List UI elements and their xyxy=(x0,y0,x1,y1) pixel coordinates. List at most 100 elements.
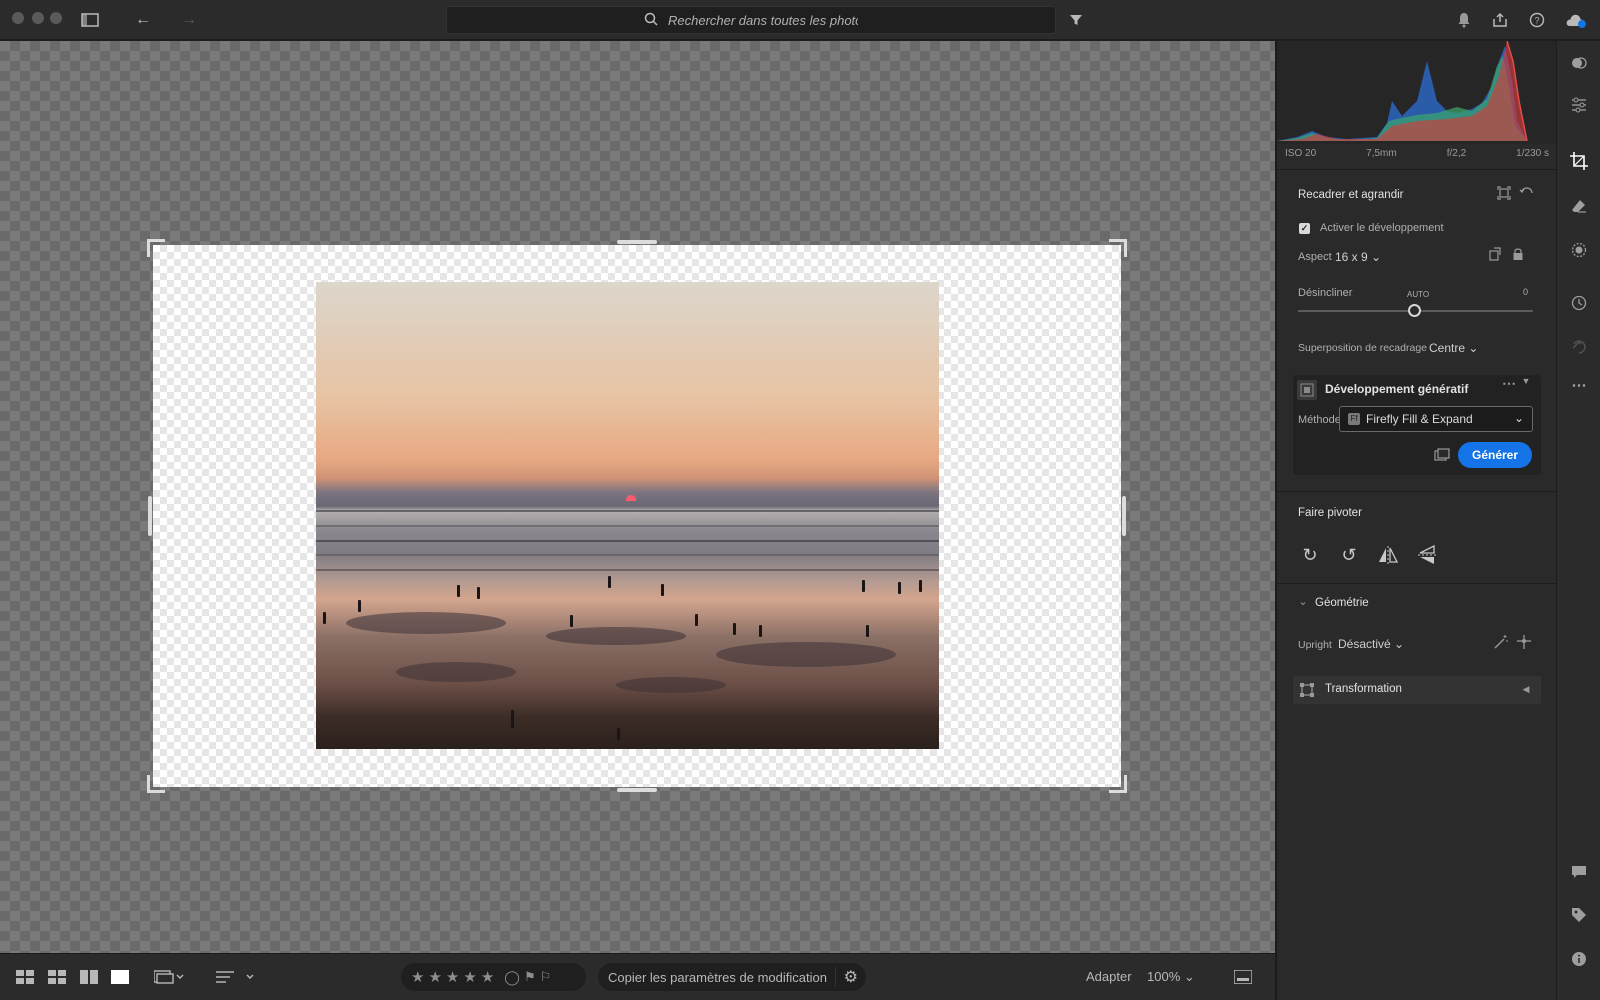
search-icon xyxy=(644,12,658,29)
upright-select[interactable]: Désactivé ⌄ xyxy=(1338,637,1404,651)
crop-overlay-label: Superposition de recadrage xyxy=(1298,342,1428,354)
geometry-section-title: Géométrie xyxy=(1315,597,1369,609)
transformation-label: Transformation xyxy=(1325,683,1402,695)
sort-icon[interactable] xyxy=(216,964,256,990)
aspect-select[interactable]: 16 x 9 ⌄ xyxy=(1335,250,1381,264)
filter-icon[interactable] xyxy=(1064,8,1088,32)
more-options-icon[interactable]: ⋯ xyxy=(1499,373,1519,393)
search-input[interactable] xyxy=(668,12,858,28)
straighten-auto-button[interactable]: AUTO xyxy=(1407,290,1429,299)
title-bar: ← → ? xyxy=(0,0,1600,40)
reset-crop-icon[interactable] xyxy=(1518,185,1534,201)
star-rating-5[interactable]: ★ xyxy=(481,968,494,986)
orientation-swap-icon[interactable] xyxy=(1487,246,1503,262)
generate-button[interactable]: Générer xyxy=(1458,442,1532,468)
copy-edit-settings-button[interactable]: Copier les paramètres de modification ⚙ xyxy=(598,963,866,991)
flip-horizontal-icon[interactable] xyxy=(1376,543,1400,567)
firefly-icon: Ff xyxy=(1348,413,1360,425)
cloud-sync-icon[interactable] xyxy=(1564,8,1588,32)
transform-icon xyxy=(1298,681,1316,699)
reject-flag-icon[interactable]: ⚐ xyxy=(540,969,552,985)
histogram-graph xyxy=(1277,40,1528,142)
rotate-section-title: Faire pivoter xyxy=(1298,507,1362,519)
bottom-toolbar: ★ ★ ★ ★ ★ ◯ ⚑ ⚐ Copier les paramètres de… xyxy=(0,953,1275,1000)
aspect-value: 16 x 9 xyxy=(1335,250,1368,264)
svg-text:?: ? xyxy=(1534,16,1539,26)
beach-sunset-photo xyxy=(316,282,939,749)
crop-frame[interactable] xyxy=(147,239,1127,793)
adjustments-sliders-icon[interactable] xyxy=(1565,91,1593,119)
guided-upright-icon[interactable] xyxy=(1515,633,1533,651)
crop-handle-bottom-right[interactable] xyxy=(1109,775,1127,793)
sidebar-icon[interactable] xyxy=(78,8,102,32)
crop-handle-top-left[interactable] xyxy=(147,239,165,257)
rotate-clockwise-icon[interactable]: ↻ xyxy=(1298,543,1322,567)
crop-handle-top-right[interactable] xyxy=(1109,239,1127,257)
exif-info: ISO 20 7,5mm f/2,2 1/230 s xyxy=(1277,148,1557,166)
crop-section-title: Recadrer et agrandir xyxy=(1298,189,1404,201)
method-select[interactable]: Ff Firefly Fill & Expand ⌄ xyxy=(1339,406,1533,432)
share-icon[interactable] xyxy=(1488,8,1512,32)
variations-icon[interactable] xyxy=(1432,445,1452,465)
magic-wand-icon[interactable] xyxy=(1492,633,1510,651)
history-icon[interactable] xyxy=(1565,289,1593,317)
star-rating-2[interactable]: ★ xyxy=(428,968,441,986)
more-tools-icon[interactable]: ⋯ xyxy=(1565,371,1593,399)
back-arrow-icon[interactable]: ← xyxy=(131,8,155,32)
bell-icon[interactable] xyxy=(1452,8,1476,32)
comment-icon[interactable] xyxy=(1565,858,1593,886)
window-close-button[interactable] xyxy=(12,12,24,24)
crop-handle-bottom[interactable] xyxy=(617,788,657,792)
auto-crop-icon[interactable] xyxy=(1496,185,1512,201)
crop-handle-bottom-left[interactable] xyxy=(147,775,165,793)
fit-zoom-button[interactable]: Adapter xyxy=(1086,969,1132,984)
generative-expand-icon xyxy=(1297,380,1317,400)
detail-view-icon[interactable] xyxy=(111,964,129,990)
collapse-left-triangle-icon[interactable]: ◀ xyxy=(1520,683,1532,695)
lock-icon[interactable] xyxy=(1510,246,1526,262)
crop-tool-icon[interactable] xyxy=(1565,147,1593,175)
forward-arrow-icon[interactable]: → xyxy=(177,8,201,32)
straighten-value: 0 xyxy=(1523,287,1529,297)
masking-tool-icon[interactable] xyxy=(1565,236,1593,264)
copy-edit-settings-label: Copier les paramètres de modification xyxy=(608,969,827,985)
method-label: Méthode xyxy=(1298,414,1341,426)
eraser-tool-icon[interactable] xyxy=(1565,192,1593,220)
star-rating-1[interactable]: ★ xyxy=(411,968,424,986)
pick-flag-icon[interactable]: ⚑ xyxy=(524,969,536,985)
star-rating-3[interactable]: ★ xyxy=(446,968,459,986)
tag-icon[interactable] xyxy=(1565,901,1593,929)
presets-icon[interactable] xyxy=(1565,49,1593,77)
star-rating-4[interactable]: ★ xyxy=(463,968,476,986)
slideshow-icon[interactable] xyxy=(154,964,184,990)
straighten-slider-handle[interactable] xyxy=(1407,304,1421,317)
info-icon[interactable] xyxy=(1565,945,1593,973)
crop-handle-left[interactable] xyxy=(148,496,152,536)
upright-value: Désactivé xyxy=(1338,637,1391,651)
window-minimize-button[interactable] xyxy=(32,12,44,24)
crop-handle-top[interactable] xyxy=(617,240,657,244)
crop-overlay-select[interactable]: Centre ⌄ xyxy=(1429,341,1478,355)
compare-view-icon[interactable] xyxy=(80,964,98,990)
aspect-label: Aspect xyxy=(1298,251,1332,263)
search-bar[interactable] xyxy=(446,6,1056,34)
gear-icon[interactable]: ⚙ xyxy=(834,967,858,987)
unflag-circle-icon[interactable]: ◯ xyxy=(504,969,520,986)
enable-expand-checkbox[interactable]: ✓ xyxy=(1299,223,1310,234)
image-canvas[interactable] xyxy=(0,41,1275,953)
crop-handle-right[interactable] xyxy=(1122,496,1126,536)
zoom-level-select[interactable]: 100% ⌄ xyxy=(1147,969,1195,985)
exif-aperture: f/2,2 xyxy=(1446,148,1467,159)
flip-vertical-icon[interactable] xyxy=(1415,543,1439,567)
versions-icon[interactable] xyxy=(1565,333,1593,361)
help-icon[interactable]: ? xyxy=(1525,8,1549,32)
histogram xyxy=(1277,40,1557,144)
collapse-triangle-icon[interactable]: ▼ xyxy=(1519,374,1533,388)
rotate-counterclockwise-icon[interactable]: ↺ xyxy=(1337,543,1361,567)
window-zoom-button[interactable] xyxy=(50,12,62,24)
photo-grid-view-icon[interactable] xyxy=(48,964,66,990)
info-panel-icon[interactable] xyxy=(1234,964,1252,990)
square-grid-view-icon[interactable] xyxy=(16,964,34,990)
geometry-expand-chevron-icon[interactable]: ⌄ xyxy=(1296,594,1310,608)
generative-expand-title: Développement génératif xyxy=(1325,382,1469,396)
